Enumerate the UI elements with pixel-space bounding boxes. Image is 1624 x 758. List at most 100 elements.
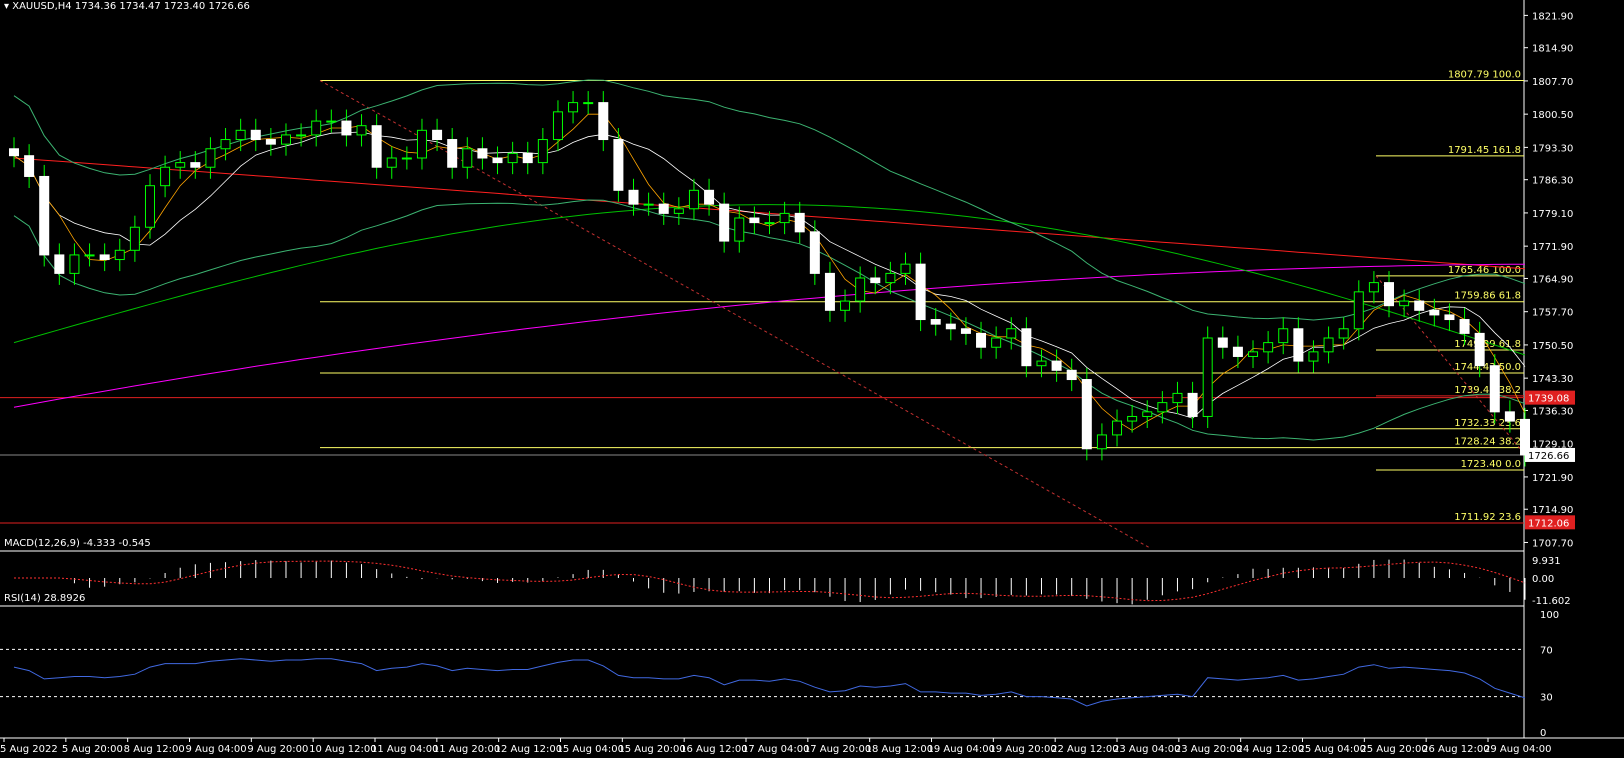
time-tick-label: 25 Aug 20:00 (1360, 744, 1427, 755)
candle-body (628, 189, 639, 205)
candle-body (824, 272, 835, 311)
time-tick-label: 12 Aug 12:00 (495, 744, 562, 755)
candle-body (1444, 314, 1455, 321)
candle-body (1399, 300, 1410, 307)
candle-body (749, 217, 760, 224)
rsi-tick-label: 100 (1540, 610, 1559, 621)
candle-body (99, 254, 110, 261)
candle-body (432, 129, 443, 141)
candle-body (643, 203, 654, 206)
candle-body (945, 323, 956, 330)
trading-chart[interactable]: 1821.90 1814.90 1807.70 1800.50 1793.30 1786.… (0, 0, 1624, 758)
candle-body (704, 189, 715, 205)
candle-body (250, 129, 261, 141)
candle-body (1157, 402, 1168, 413)
candle-body (794, 212, 805, 233)
candle-body (552, 111, 563, 141)
candle-body (39, 175, 50, 256)
candle-body (1202, 337, 1213, 417)
candle-body (447, 139, 458, 168)
candle-body (568, 102, 579, 113)
fib-level-label: 1744.43 50.0 (1454, 362, 1521, 373)
candle-body (1293, 328, 1304, 362)
time-tick-label: 16 Aug 12:00 (680, 744, 747, 755)
time-tick-label: 9 Aug 04:00 (186, 744, 247, 755)
bollinger-upper-line (13, 79, 1526, 321)
fib-level-label: 1807.79 100.0 (1448, 70, 1521, 81)
price-tick-label: 1814.90 (1532, 44, 1573, 55)
fib-level-label: 1711.92 23.6 (1454, 512, 1521, 523)
candle-body (1489, 365, 1500, 413)
time-tick-label: 10 Aug 12:00 (309, 744, 376, 755)
candle-body (1066, 369, 1077, 381)
candle-body (190, 162, 201, 168)
candle-body (462, 148, 473, 168)
candle-body (1368, 282, 1379, 293)
candle-body (144, 185, 155, 228)
candle-body (356, 125, 367, 136)
candle-body (885, 272, 896, 284)
candle-body (719, 203, 730, 242)
candle-body (220, 139, 231, 150)
candle-body (613, 139, 624, 191)
time-tick-label: 18 Aug 12:00 (866, 744, 933, 755)
candle-body (537, 139, 548, 164)
candle-body (779, 212, 790, 224)
candle-body (976, 332, 987, 348)
rsi-line (13, 658, 1526, 707)
price-tick-label: 1750.50 (1532, 341, 1573, 352)
rsi-tick-label: 70 (1540, 645, 1553, 656)
candle-body (1006, 328, 1017, 339)
candle-body (1172, 392, 1183, 404)
time-tick-label: 19 Aug 20:00 (989, 744, 1056, 755)
candle-body (1036, 360, 1047, 367)
price-marker-label: 1739.08 (1528, 394, 1569, 405)
candle-body (386, 157, 397, 168)
rsi-tick-label: 0 (1540, 728, 1546, 739)
price-tick-label: 1771.90 (1532, 242, 1573, 253)
rsi-tick-label: 30 (1540, 693, 1553, 704)
time-tick-label: 11 Aug 04:00 (371, 744, 438, 755)
candle-body (960, 328, 971, 334)
candle-body (341, 120, 352, 136)
candle-body (160, 166, 171, 187)
candle-body (1112, 420, 1123, 436)
price-tick-label: 1721.90 (1532, 473, 1573, 484)
time-tick-label: 19 Aug 04:00 (928, 744, 995, 755)
time-tick-label: 5 Aug 2022 (0, 744, 58, 755)
candle-body (855, 277, 866, 302)
price-tick-label: 1757.70 (1532, 308, 1573, 319)
time-tick-label: 15 Aug 20:00 (618, 744, 685, 755)
candle-body (235, 129, 246, 141)
fib-level-label: 1723.40 0.0 (1461, 459, 1521, 470)
candle-body (296, 134, 307, 137)
candle-body (507, 152, 518, 164)
time-tick-label: 23 Aug 20:00 (1175, 744, 1242, 755)
candle-body (809, 231, 820, 274)
price-tick-label: 1821.90 (1532, 11, 1573, 22)
candle-body (24, 155, 35, 177)
time-tick-label: 17 Aug 04:00 (742, 744, 809, 755)
candle-body (477, 148, 488, 159)
candle-body (930, 319, 941, 325)
price-tick-label: 1707.70 (1532, 538, 1573, 549)
candle-body (598, 102, 609, 141)
time-tick-label: 25 Aug 04:00 (1299, 744, 1366, 755)
price-tick-label: 1800.50 (1532, 110, 1573, 121)
candle-body (1384, 282, 1395, 307)
candle-body (1217, 337, 1228, 348)
fib-level-label: 1791.45 161.8 (1448, 145, 1521, 156)
candle-body (734, 217, 745, 242)
candle-body (1504, 411, 1515, 422)
candle-body (1338, 328, 1349, 339)
candle-body (54, 254, 65, 274)
price-tick-label: 1807.70 (1532, 77, 1573, 88)
candle-body (1429, 309, 1440, 316)
time-tick-label: 17 Aug 20:00 (804, 744, 871, 755)
candle-body (1353, 291, 1364, 330)
candle-body (870, 277, 881, 284)
candle-body (900, 263, 911, 274)
candle-body (658, 203, 669, 214)
candle-body (416, 129, 427, 159)
price-tick-label: 1786.30 (1532, 176, 1573, 187)
